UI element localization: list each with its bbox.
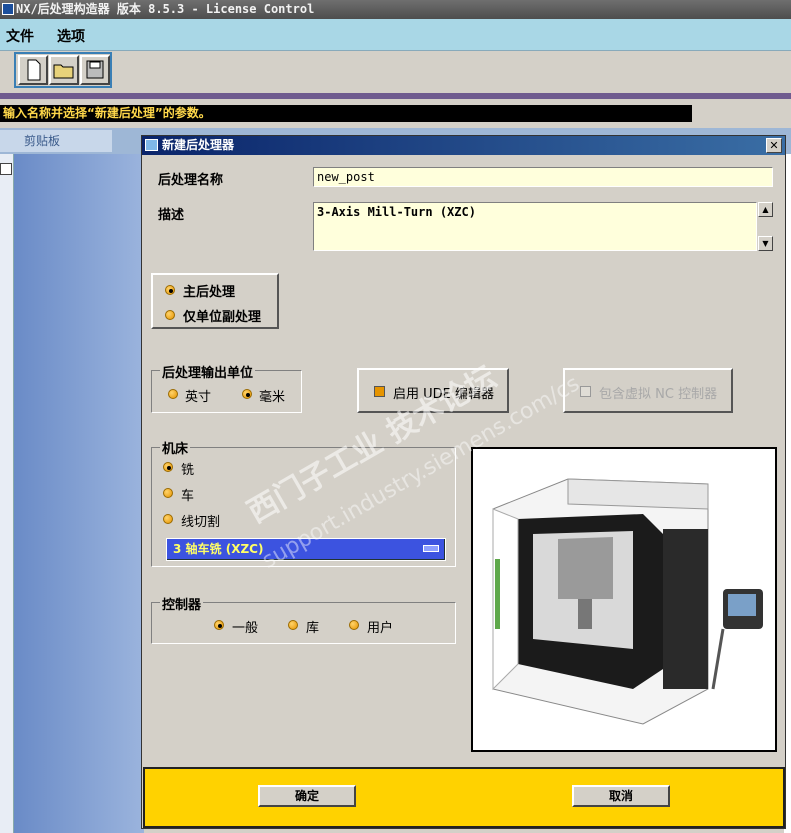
- app-icon: [2, 3, 14, 15]
- description-textarea[interactable]: 3-Axis Mill-Turn (XZC): [313, 202, 757, 251]
- machine-legend: 机床: [160, 438, 191, 457]
- window-title: NX/后处理构造器 版本 8.5.3 - License Control: [16, 2, 315, 16]
- inch-radio[interactable]: [168, 389, 178, 399]
- controller-generic-label: 一般: [232, 621, 259, 636]
- clipboard-tab[interactable]: 剪贴板: [0, 130, 112, 152]
- mm-radio[interactable]: [242, 389, 252, 399]
- dropdown-toggle-icon: [423, 545, 439, 552]
- unit-subpost-label: 仅单位副处理: [183, 310, 262, 325]
- controller-user-radio[interactable]: [349, 620, 359, 630]
- unit-subpost-radio[interactable]: [165, 310, 175, 320]
- open-file-button[interactable]: [49, 55, 79, 85]
- mill-label: 铣: [181, 463, 195, 478]
- machine-illustration: [492, 478, 763, 725]
- save-icon: [86, 60, 104, 79]
- lathe-radio[interactable]: [163, 488, 173, 498]
- new-file-icon: [27, 59, 41, 81]
- main-post-radio[interactable]: [165, 285, 175, 295]
- main-post-label: 主后处理: [183, 285, 236, 300]
- dialog-title: 新建后处理器: [162, 138, 235, 152]
- wire-edm-radio[interactable]: [163, 514, 173, 524]
- menu-bar: 文件 选项: [0, 19, 791, 51]
- controller-generic-radio[interactable]: [214, 620, 224, 630]
- scroll-down-button[interactable]: ▼: [758, 236, 773, 251]
- dialog-footer: 确定 取消: [143, 767, 785, 828]
- mm-label: 毫米: [259, 390, 286, 405]
- scroll-up-button[interactable]: ▲: [758, 202, 773, 217]
- post-type-group: 主后处理 仅单位副处理: [151, 273, 279, 329]
- dialog-icon: [145, 139, 158, 151]
- description-label: 描述: [158, 208, 185, 223]
- virtual-nc-label: 包含虚拟 NC 控制器: [599, 387, 718, 402]
- status-message: 输入名称并选择“新建后处理”的参数。: [0, 105, 692, 122]
- controller-library-radio[interactable]: [288, 620, 298, 630]
- cancel-button[interactable]: 取消: [572, 785, 670, 807]
- post-name-input[interactable]: new_post: [313, 167, 773, 187]
- virtual-nc-group: 包含虚拟 NC 控制器: [563, 368, 733, 413]
- close-button[interactable]: ✕: [766, 138, 782, 153]
- ude-checkbox[interactable]: [374, 386, 385, 397]
- toolbar-group: [14, 52, 112, 88]
- wire-edm-label: 线切割: [181, 515, 221, 530]
- new-postprocessor-dialog: 新建后处理器 ✕ 后处理名称 new_post 描述 3-Axis Mill-T…: [141, 135, 786, 829]
- document-background: [14, 154, 144, 833]
- menu-file[interactable]: 文件: [6, 26, 34, 46]
- toolbar: [0, 51, 791, 93]
- inch-label: 英寸: [185, 390, 212, 405]
- output-units-legend: 后处理输出单位: [160, 362, 256, 381]
- window-title-bar: NX/后处理构造器 版本 8.5.3 - License Control: [0, 0, 791, 19]
- dialog-title-bar: 新建后处理器 ✕: [142, 136, 785, 155]
- machine-preview-image: [471, 447, 777, 752]
- ruler-tab-stop[interactable]: [0, 163, 12, 175]
- open-folder-icon: [53, 64, 74, 79]
- new-file-button[interactable]: [18, 55, 48, 85]
- save-button[interactable]: [80, 55, 110, 85]
- controller-legend: 控制器: [160, 594, 204, 613]
- separator: [0, 93, 791, 99]
- mill-radio[interactable]: [163, 462, 173, 472]
- controller-library-label: 库: [306, 621, 320, 636]
- ok-button[interactable]: 确定: [258, 785, 356, 807]
- menu-options[interactable]: 选项: [57, 26, 85, 46]
- machine-type-value: 3 轴车铣 (XZC): [173, 542, 264, 556]
- controller-user-label: 用户: [367, 621, 394, 636]
- post-name-label: 后处理名称: [158, 173, 224, 188]
- lathe-label: 车: [181, 489, 195, 504]
- vertical-ruler: [0, 154, 14, 833]
